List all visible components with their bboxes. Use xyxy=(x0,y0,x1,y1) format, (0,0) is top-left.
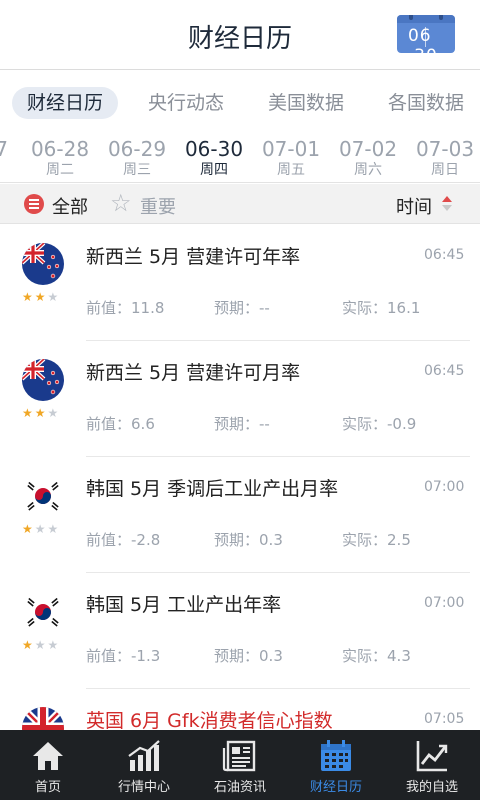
date-item[interactable]: 06-28 周二 xyxy=(28,137,92,179)
bottom-tab-bar: 首页 行情中心 石油资讯 财经日历 我的自选 xyxy=(0,730,480,800)
sort-icon[interactable] xyxy=(442,196,452,212)
actual-value: 实际：2.5 xyxy=(342,531,411,549)
actual-value: 实际：-0.9 xyxy=(342,415,417,433)
event-item[interactable]: ★★★ 韩国 5月 工业产出年率 07:00 前值：-1.3 预期：0.3 实际… xyxy=(0,573,480,689)
event-item[interactable]: ★★★ 新西兰 5月 营建许可年率 06:45 前值：11.8 预期：-- 实际… xyxy=(0,225,480,341)
tab-central-bank[interactable]: 央行动态 xyxy=(148,87,224,119)
united-kingdom-flag-icon xyxy=(22,707,64,730)
forecast-value: 预期：-- xyxy=(214,415,270,433)
new-zealand-flag-icon xyxy=(22,359,64,401)
forecast-value: 预期：0.3 xyxy=(214,531,283,549)
date-item-partial[interactable]: 7 xyxy=(0,137,8,161)
trend-icon xyxy=(416,741,448,772)
tab-country-data[interactable]: 各国数据 xyxy=(388,87,464,119)
sort-by-time-button[interactable]: 时间 xyxy=(396,193,432,219)
date-item[interactable]: 07-03 周日 xyxy=(413,137,477,179)
south-korea-flag-icon xyxy=(22,475,64,517)
previous-value: 前值：-1.3 xyxy=(86,647,161,665)
importance-stars: ★★★ xyxy=(22,290,61,304)
previous-value: 前值：6.6 xyxy=(86,415,155,433)
forecast-value: 预期：-- xyxy=(214,299,270,317)
filter-all-button[interactable]: 全部 xyxy=(52,193,88,219)
list-icon[interactable] xyxy=(24,194,44,214)
event-time: 06:45 xyxy=(424,247,465,263)
date-item[interactable]: 07-01 周五 xyxy=(259,137,323,179)
date-item[interactable]: 07-02 周六 xyxy=(336,137,400,179)
forecast-value: 预期：0.3 xyxy=(214,647,283,665)
importance-stars: ★★★ xyxy=(22,522,61,536)
event-item[interactable]: ★★★ 新西兰 5月 营建许可月率 06:45 前值：6.6 预期：-- 实际：… xyxy=(0,341,480,457)
previous-value: 前值：-2.8 xyxy=(86,531,161,549)
south-korea-flag-icon xyxy=(22,591,64,633)
event-item[interactable]: ★★★ 韩国 5月 季调后工业产出月率 07:00 前值：-2.8 预期：0.3… xyxy=(0,457,480,573)
tab-us-data[interactable]: 美国数据 xyxy=(268,87,344,119)
actual-value: 实际：4.3 xyxy=(342,647,411,665)
calendar-date-picker-button[interactable]: 06 30 xyxy=(397,15,455,53)
calendar-day: 30 xyxy=(414,46,438,53)
event-time: 06:45 xyxy=(424,363,465,379)
event-name: 英国 6月 Gfk消费者信心指数 xyxy=(86,710,333,730)
event-time: 07:05 xyxy=(424,711,465,727)
event-name: 新西兰 5月 营建许可月率 xyxy=(86,362,301,384)
previous-value: 前值：11.8 xyxy=(86,299,165,317)
event-list[interactable]: ★★★ 新西兰 5月 营建许可年率 06:45 前值：11.8 预期：-- 实际… xyxy=(0,225,480,730)
date-item-selected[interactable]: 06-30 周四 xyxy=(182,137,246,179)
calendar-icon xyxy=(397,15,455,23)
date-item[interactable]: 06-29 周三 xyxy=(105,137,169,179)
event-name: 韩国 5月 工业产出年率 xyxy=(86,594,282,616)
filter-important-button[interactable]: 重要 xyxy=(140,193,176,219)
tab-market[interactable]: 行情中心 xyxy=(96,730,192,800)
tab-finance-calendar-nav[interactable]: 财经日历 xyxy=(288,730,384,800)
date-strip[interactable]: 7 06-28周二 06-29周三 06-30周四 07-01周五 07-02周… xyxy=(0,131,480,183)
importance-stars: ★★★ xyxy=(22,638,61,652)
tab-oil-news[interactable]: 石油资讯 xyxy=(192,730,288,800)
star-outline-icon[interactable]: ☆ xyxy=(110,189,132,217)
new-zealand-flag-icon xyxy=(22,243,64,285)
tab-finance-calendar[interactable]: 财经日历 xyxy=(12,87,119,119)
category-tabs: 财经日历 央行动态 美国数据 各国数据 xyxy=(0,71,480,131)
event-time: 07:00 xyxy=(424,479,465,495)
actual-value: 实际：16.1 xyxy=(342,299,421,317)
chart-bar-icon xyxy=(128,740,160,771)
tab-watchlist[interactable]: 我的自选 xyxy=(384,730,480,800)
newspaper-icon xyxy=(222,740,256,772)
event-name: 韩国 5月 季调后工业产出月率 xyxy=(86,478,339,500)
home-icon xyxy=(33,742,63,770)
calendar-icon xyxy=(321,740,351,771)
event-time: 07:00 xyxy=(424,595,465,611)
calendar-month: 06 xyxy=(407,26,432,46)
event-name: 新西兰 5月 营建许可年率 xyxy=(86,246,301,268)
tab-home[interactable]: 首页 xyxy=(0,730,96,800)
event-item[interactable]: 英国 6月 Gfk消费者信心指数 07:05 xyxy=(0,689,480,730)
app-header: 财经日历 06 30 xyxy=(0,0,480,70)
filter-bar: 全部 ☆ 重要 时间 xyxy=(0,184,480,224)
importance-stars: ★★★ xyxy=(22,406,61,420)
